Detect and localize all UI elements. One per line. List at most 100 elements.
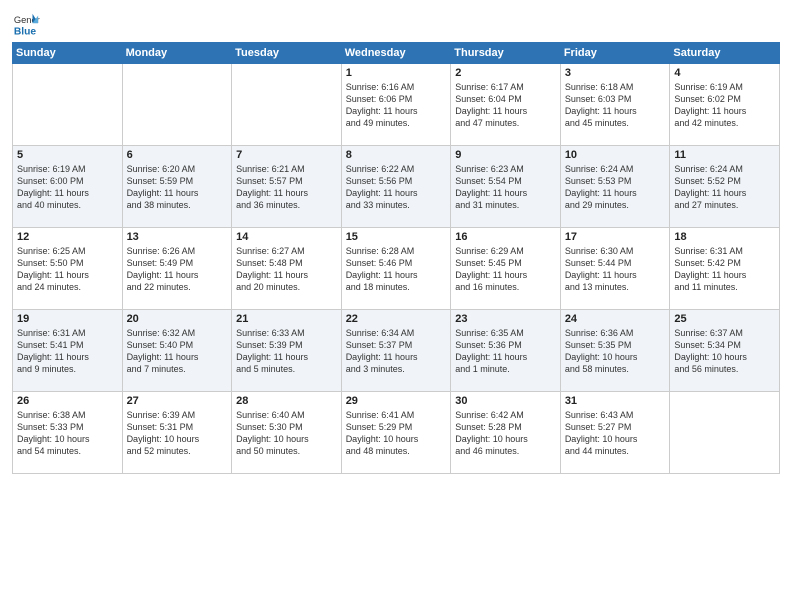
day-cell: 21 Sunrise: 6:33 AM Sunset: 5:39 PM Dayli… — [232, 310, 342, 392]
week-row-1: 1 Sunrise: 6:16 AM Sunset: 6:06 PM Daylig… — [13, 64, 780, 146]
day-cell: 4 Sunrise: 6:19 AM Sunset: 6:02 PM Daylig… — [670, 64, 780, 146]
day-number: 24 — [565, 313, 666, 325]
day-info: Sunrise: 6:31 AM Sunset: 5:42 PM Dayligh… — [674, 245, 775, 294]
day-info: Sunrise: 6:33 AM Sunset: 5:39 PM Dayligh… — [236, 327, 337, 376]
day-number: 10 — [565, 149, 666, 161]
day-info: Sunrise: 6:24 AM Sunset: 5:53 PM Dayligh… — [565, 163, 666, 212]
day-number: 22 — [346, 313, 447, 325]
day-number: 14 — [236, 231, 337, 243]
weekday-header-wednesday: Wednesday — [341, 43, 451, 64]
day-cell — [13, 64, 123, 146]
calendar-container: General Blue SundayMondayTuesdayWednesda… — [0, 0, 792, 612]
day-number: 16 — [455, 231, 556, 243]
day-cell: 13Sunrise: 6:26 AM Sunset: 5:49 PM Dayli… — [122, 228, 232, 310]
day-number: 4 — [674, 67, 775, 79]
day-info: Sunrise: 6:35 AM Sunset: 5:36 PM Dayligh… — [455, 327, 556, 376]
day-info: Sunrise: 6:39 AM Sunset: 5:31 PM Dayligh… — [127, 409, 228, 458]
day-cell: 10 Sunrise: 6:24 AM Sunset: 5:53 PM Dayli… — [560, 146, 670, 228]
day-number: 11 — [674, 149, 775, 161]
day-number: 1 — [346, 67, 447, 79]
day-cell: 8Sunrise: 6:22 AM Sunset: 5:56 PM Daylig… — [341, 146, 451, 228]
day-cell — [232, 64, 342, 146]
weekday-header-row: SundayMondayTuesdayWednesdayThursdayFrid… — [13, 43, 780, 64]
day-number: 2 — [455, 67, 556, 79]
logo: General Blue — [12, 10, 40, 38]
week-row-3: 12Sunrise: 6:25 AM Sunset: 5:50 PM Dayli… — [13, 228, 780, 310]
day-cell: 26 Sunrise: 6:38 AM Sunset: 5:33 PM Dayli… — [13, 392, 123, 474]
day-number: 3 — [565, 67, 666, 79]
day-number: 26 — [17, 395, 118, 407]
day-info: Sunrise: 6:41 AM Sunset: 5:29 PM Dayligh… — [346, 409, 447, 458]
day-cell: 16 Sunrise: 6:29 AM Sunset: 5:45 PM Dayli… — [451, 228, 561, 310]
day-cell: 29 Sunrise: 6:41 AM Sunset: 5:29 PM Dayli… — [341, 392, 451, 474]
day-cell: 25 Sunrise: 6:37 AM Sunset: 5:34 PM Dayli… — [670, 310, 780, 392]
day-info: Sunrise: 6:38 AM Sunset: 5:33 PM Dayligh… — [17, 409, 118, 458]
day-number: 21 — [236, 313, 337, 325]
day-number: 29 — [346, 395, 447, 407]
week-row-5: 26 Sunrise: 6:38 AM Sunset: 5:33 PM Dayli… — [13, 392, 780, 474]
weekday-header-sunday: Sunday — [13, 43, 123, 64]
day-info: Sunrise: 6:20 AM Sunset: 5:59 PM Dayligh… — [127, 163, 228, 212]
weekday-header-monday: Monday — [122, 43, 232, 64]
day-number: 18 — [674, 231, 775, 243]
logo-icon: General Blue — [12, 10, 40, 38]
day-number: 12 — [17, 231, 118, 243]
day-cell: 14 Sunrise: 6:27 AM Sunset: 5:48 PM Dayli… — [232, 228, 342, 310]
day-info: Sunrise: 6:32 AM Sunset: 5:40 PM Dayligh… — [127, 327, 228, 376]
day-info: Sunrise: 6:19 AM Sunset: 6:02 PM Dayligh… — [674, 81, 775, 130]
day-number: 20 — [127, 313, 228, 325]
day-number: 7 — [236, 149, 337, 161]
day-info: Sunrise: 6:29 AM Sunset: 5:45 PM Dayligh… — [455, 245, 556, 294]
day-info: Sunrise: 6:42 AM Sunset: 5:28 PM Dayligh… — [455, 409, 556, 458]
day-cell: 11 Sunrise: 6:24 AM Sunset: 5:52 PM Dayli… — [670, 146, 780, 228]
day-cell: 30Sunrise: 6:42 AM Sunset: 5:28 PM Dayli… — [451, 392, 561, 474]
day-cell: 24 Sunrise: 6:36 AM Sunset: 5:35 PM Dayli… — [560, 310, 670, 392]
day-number: 23 — [455, 313, 556, 325]
week-row-4: 19Sunrise: 6:31 AM Sunset: 5:41 PM Dayli… — [13, 310, 780, 392]
calendar-table: SundayMondayTuesdayWednesdayThursdayFrid… — [12, 42, 780, 474]
day-info: Sunrise: 6:18 AM Sunset: 6:03 PM Dayligh… — [565, 81, 666, 130]
weekday-header-tuesday: Tuesday — [232, 43, 342, 64]
day-number: 17 — [565, 231, 666, 243]
day-info: Sunrise: 6:37 AM Sunset: 5:34 PM Dayligh… — [674, 327, 775, 376]
svg-text:Blue: Blue — [14, 26, 37, 37]
day-cell: 27 Sunrise: 6:39 AM Sunset: 5:31 PM Dayli… — [122, 392, 232, 474]
day-info: Sunrise: 6:28 AM Sunset: 5:46 PM Dayligh… — [346, 245, 447, 294]
day-cell: 23 Sunrise: 6:35 AM Sunset: 5:36 PM Dayli… — [451, 310, 561, 392]
day-info: Sunrise: 6:21 AM Sunset: 5:57 PM Dayligh… — [236, 163, 337, 212]
weekday-header-saturday: Saturday — [670, 43, 780, 64]
day-cell: 19Sunrise: 6:31 AM Sunset: 5:41 PM Dayli… — [13, 310, 123, 392]
day-info: Sunrise: 6:22 AM Sunset: 5:56 PM Dayligh… — [346, 163, 447, 212]
day-cell — [670, 392, 780, 474]
day-number: 13 — [127, 231, 228, 243]
day-info: Sunrise: 6:16 AM Sunset: 6:06 PM Dayligh… — [346, 81, 447, 130]
day-info: Sunrise: 6:24 AM Sunset: 5:52 PM Dayligh… — [674, 163, 775, 212]
day-info: Sunrise: 6:34 AM Sunset: 5:37 PM Dayligh… — [346, 327, 447, 376]
weekday-header-friday: Friday — [560, 43, 670, 64]
day-cell: 2Sunrise: 6:17 AM Sunset: 6:04 PM Daylig… — [451, 64, 561, 146]
day-cell: 7 Sunrise: 6:21 AM Sunset: 5:57 PM Daylig… — [232, 146, 342, 228]
day-info: Sunrise: 6:36 AM Sunset: 5:35 PM Dayligh… — [565, 327, 666, 376]
day-info: Sunrise: 6:30 AM Sunset: 5:44 PM Dayligh… — [565, 245, 666, 294]
day-number: 19 — [17, 313, 118, 325]
day-number: 28 — [236, 395, 337, 407]
day-info: Sunrise: 6:23 AM Sunset: 5:54 PM Dayligh… — [455, 163, 556, 212]
day-cell: 3 Sunrise: 6:18 AM Sunset: 6:03 PM Daylig… — [560, 64, 670, 146]
day-number: 27 — [127, 395, 228, 407]
day-cell: 12Sunrise: 6:25 AM Sunset: 5:50 PM Dayli… — [13, 228, 123, 310]
day-cell — [122, 64, 232, 146]
day-cell: 5Sunrise: 6:19 AM Sunset: 6:00 PM Daylig… — [13, 146, 123, 228]
day-cell: 28 Sunrise: 6:40 AM Sunset: 5:30 PM Dayli… — [232, 392, 342, 474]
day-number: 6 — [127, 149, 228, 161]
weekday-header-thursday: Thursday — [451, 43, 561, 64]
day-number: 5 — [17, 149, 118, 161]
day-number: 25 — [674, 313, 775, 325]
day-cell: 15 Sunrise: 6:28 AM Sunset: 5:46 PM Dayli… — [341, 228, 451, 310]
day-number: 15 — [346, 231, 447, 243]
day-cell: 17 Sunrise: 6:30 AM Sunset: 5:44 PM Dayli… — [560, 228, 670, 310]
day-info: Sunrise: 6:27 AM Sunset: 5:48 PM Dayligh… — [236, 245, 337, 294]
day-info: Sunrise: 6:40 AM Sunset: 5:30 PM Dayligh… — [236, 409, 337, 458]
day-cell: 31Sunrise: 6:43 AM Sunset: 5:27 PM Dayli… — [560, 392, 670, 474]
header: General Blue — [12, 10, 780, 38]
day-cell: 6 Sunrise: 6:20 AM Sunset: 5:59 PM Daylig… — [122, 146, 232, 228]
